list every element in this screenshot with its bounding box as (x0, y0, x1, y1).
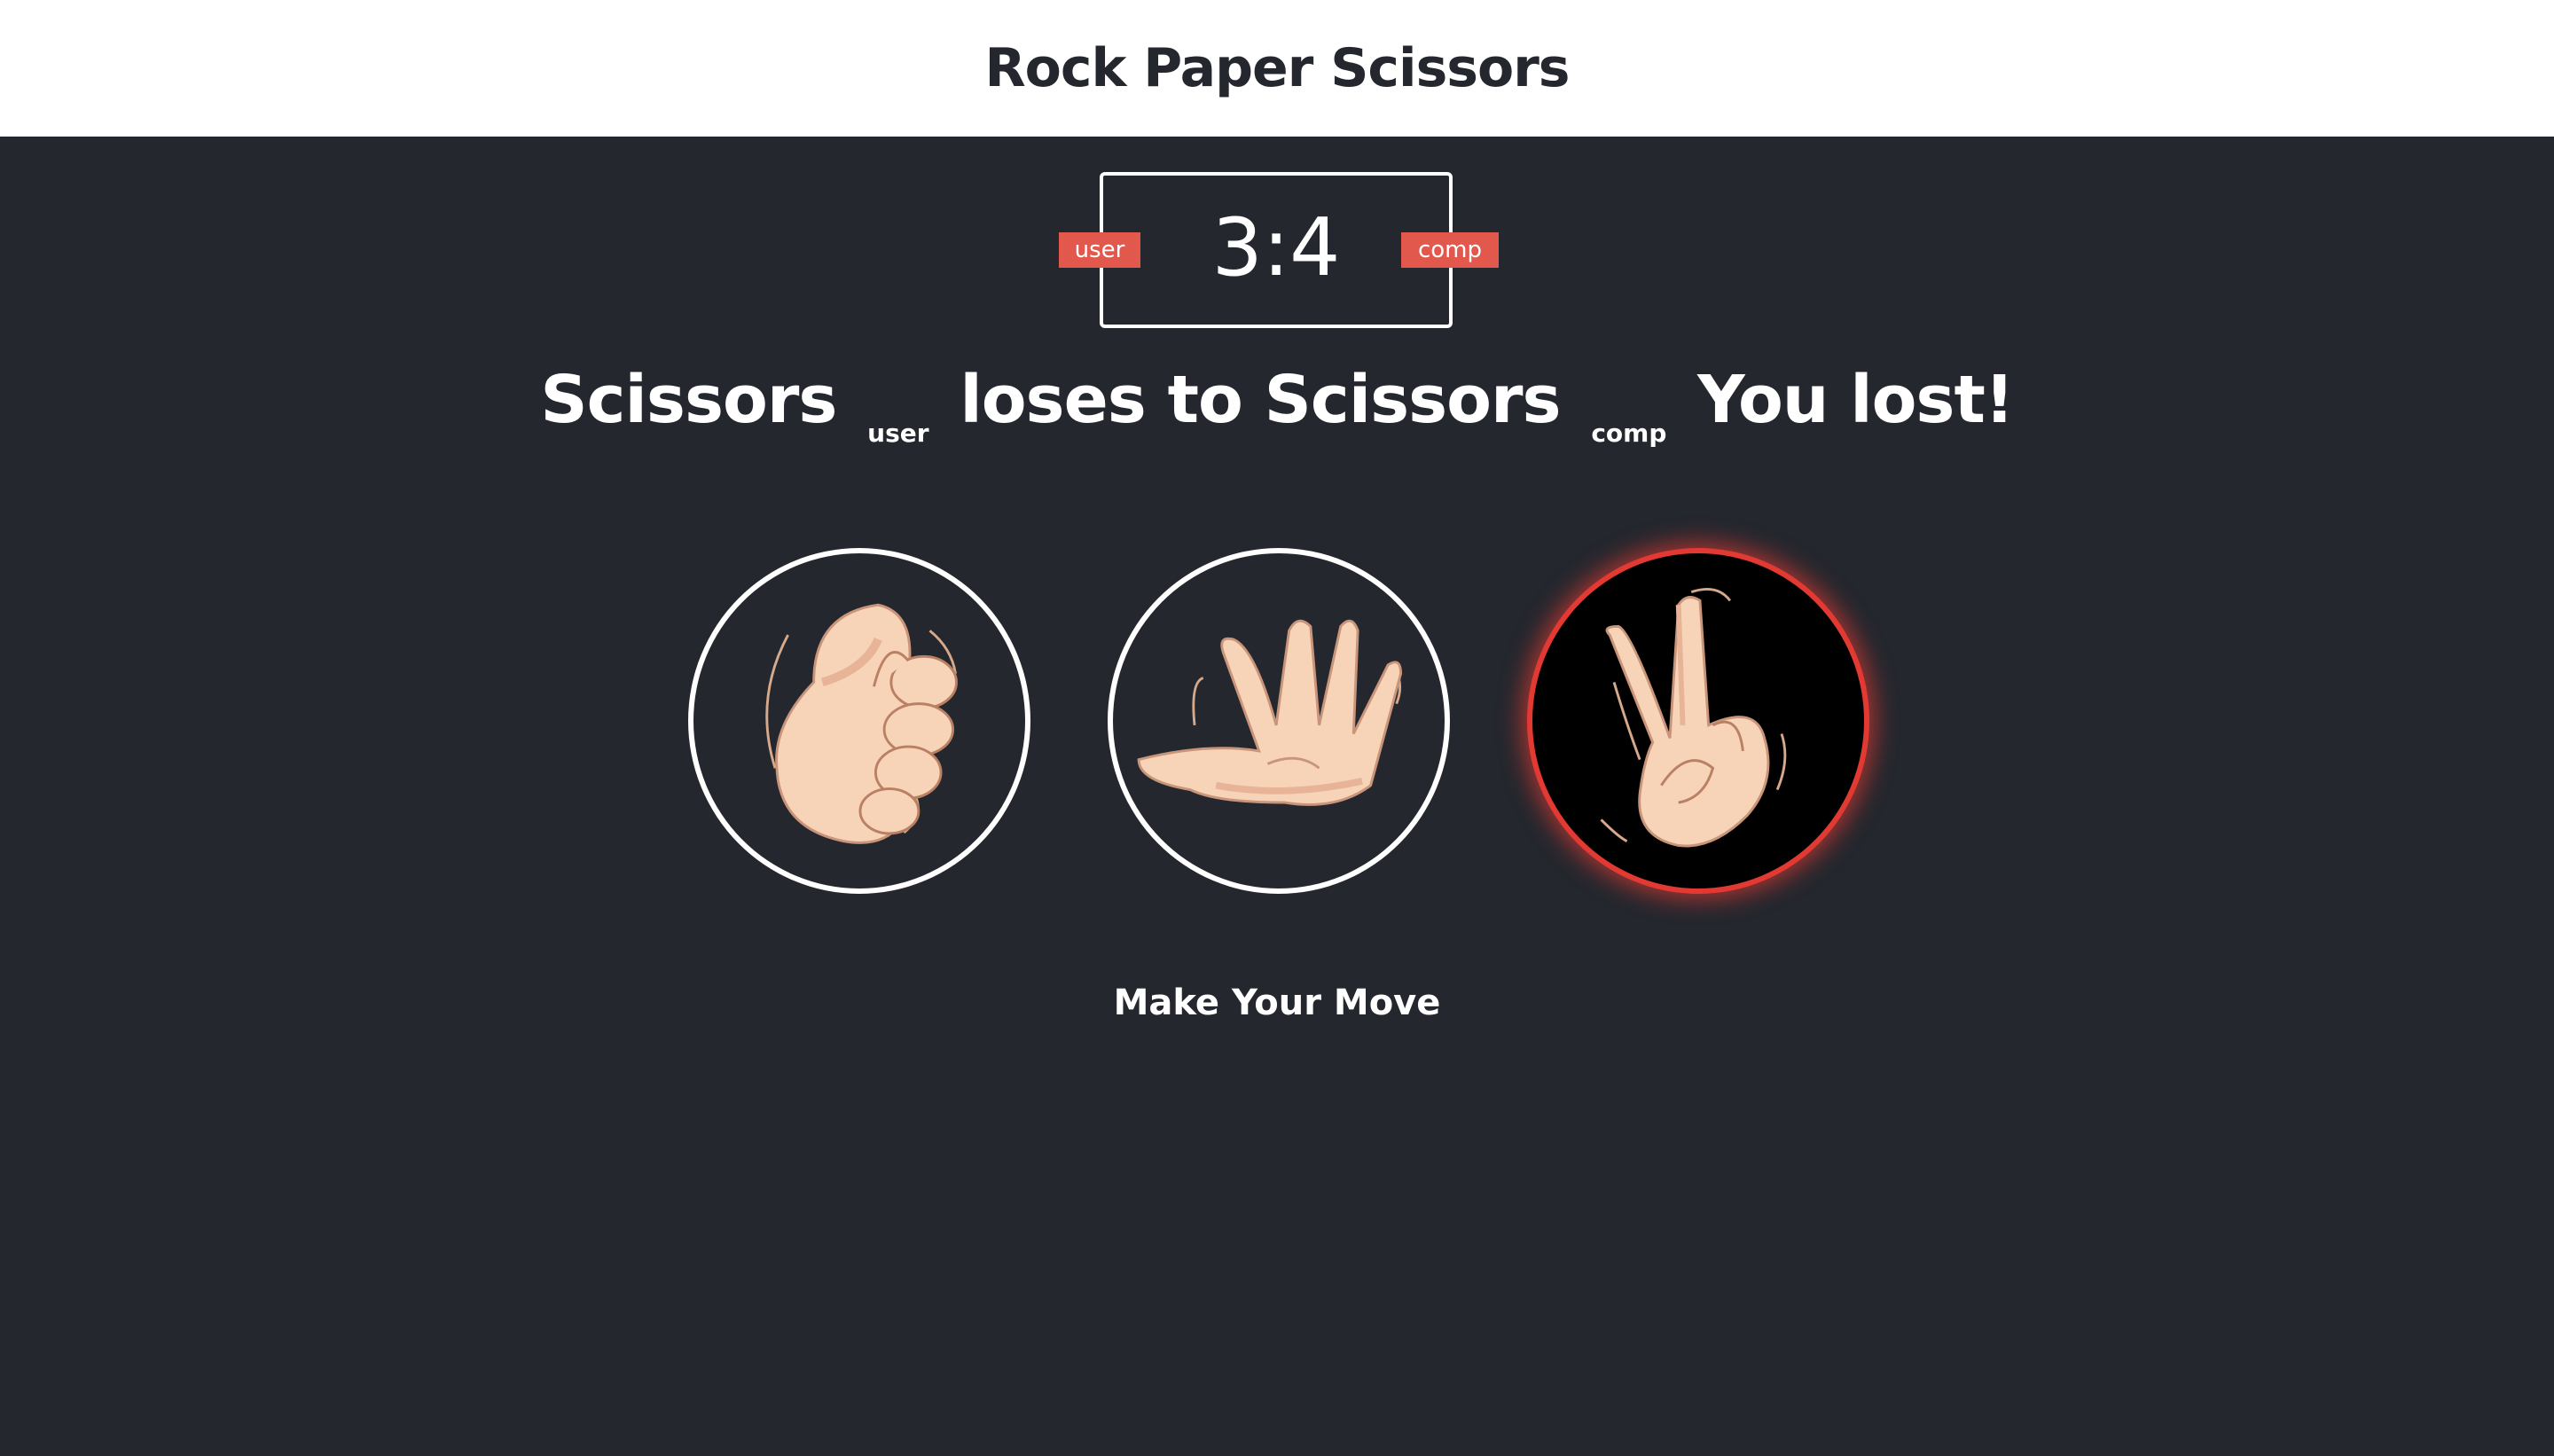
page-title: Rock Paper Scissors (984, 37, 1570, 99)
paper-choice-button[interactable] (1108, 548, 1450, 894)
result-message: Scissors user loses to Scissors comp You… (0, 362, 2554, 448)
scissors-hand-icon (1600, 588, 1787, 848)
scoreboard: user 3:4 comp (1059, 172, 1499, 328)
comp-badge: comp (1401, 232, 1499, 268)
result-comp-sub: comp (1591, 419, 1667, 448)
scissors-choice-button[interactable] (1527, 548, 1869, 894)
result-verb: loses to (960, 362, 1242, 438)
paper-hand-icon (1137, 619, 1403, 806)
result-user-move: Scissors (540, 362, 837, 438)
result-user-sub: user (867, 419, 929, 448)
rock-choice-button[interactable] (688, 548, 1030, 894)
header-bar: Rock Paper Scissors (0, 0, 2554, 137)
make-move-prompt: Make Your Move (1113, 982, 1441, 1023)
result-comp-move: Scissors (1264, 362, 1562, 438)
result-outcome: You lost! (1697, 362, 2014, 438)
rock-hand-icon (765, 603, 958, 844)
score-value: 3:4 (1211, 201, 1341, 294)
